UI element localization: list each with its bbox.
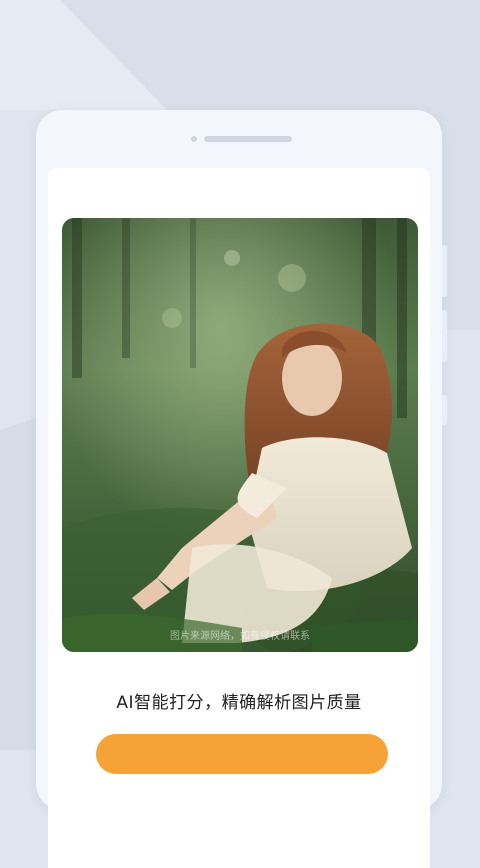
phone-side-button xyxy=(442,395,447,425)
camera-dot xyxy=(191,136,197,142)
photo-watermark: 图片来源网络，如有侵权请联系 xyxy=(170,631,310,642)
portrait-illustration xyxy=(62,218,418,652)
phone-mockup: 图片来源网络，如有侵权请联系 AI智能打分，精确解析图片质量 xyxy=(36,110,447,868)
speaker-grille xyxy=(204,136,292,142)
tagline-text: AI智能打分，精确解析图片质量 xyxy=(116,693,362,713)
phone-side-button xyxy=(442,310,447,362)
app-screen: 图片来源网络，如有侵权请联系 AI智能打分，精确解析图片质量 xyxy=(48,168,430,868)
start-scoring-button[interactable] xyxy=(96,734,388,774)
portrait-photo[interactable]: 图片来源网络，如有侵权请联系 xyxy=(62,218,418,652)
phone-side-button xyxy=(442,245,447,297)
